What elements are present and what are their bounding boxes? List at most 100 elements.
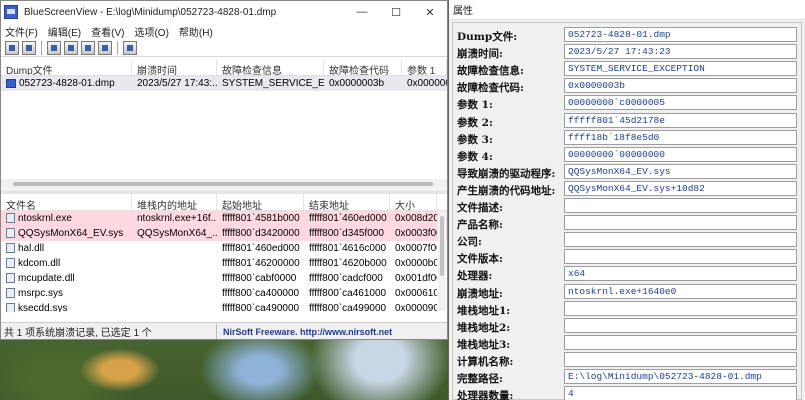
- property-value-field[interactable]: QQSysMonX64_EV.sys+10d82: [564, 180, 797, 196]
- vertical-scrollbar[interactable]: [438, 211, 446, 311]
- properties-title[interactable]: 属性: [449, 0, 805, 20]
- property-row: 处理器数量: 4: [449, 386, 805, 400]
- property-label: 参数 1:: [457, 99, 493, 112]
- crash-list: Dump文件 崩溃时间 故障检查信息 故障检查代码 参数 1 052723-48…: [1, 59, 447, 187]
- cell-to-address: fffff800`ca499000: [309, 303, 387, 312]
- table-row[interactable]: msrpc.sys fffff800`ca400000 fffff800`ca461…: [1, 286, 447, 301]
- cell-filename: kdcom.dll: [1, 256, 132, 271]
- status-summary: 共 1 项系统崩溃记录, 已选定 1 个: [1, 324, 217, 339]
- file-icon: [6, 273, 15, 283]
- property-row: 参数 3: ffff18b`18f8e5d0: [449, 129, 805, 146]
- property-label: 产品名称:: [457, 219, 503, 232]
- file-icon: [6, 228, 15, 238]
- property-row: 文件版本:: [449, 249, 805, 265]
- menu-help[interactable]: 帮助(H): [179, 24, 213, 39]
- property-label: 崩溃地址:: [457, 287, 503, 300]
- property-value-field[interactable]: E:\log\Minidump\052723-4828-01.dmp: [564, 369, 797, 384]
- maximize-button[interactable]: ☐: [379, 1, 413, 23]
- nirsoft-link[interactable]: NirSoft Freeware. http://www.nirsoft.net: [217, 327, 392, 337]
- scrollbar-thumb[interactable]: [13, 182, 433, 186]
- property-value-field[interactable]: 00000000`c0000005: [564, 95, 797, 111]
- table-row[interactable]: hal.dll fffff801`460ed000 fffff801`4616c00…: [1, 241, 447, 256]
- table-row[interactable]: kdcom.dll fffff801`46200000 fffff801`4620b…: [1, 256, 447, 271]
- cell-from-address: fffff801`4581b000: [222, 213, 300, 224]
- property-row: 崩溃时间: 2023/5/27 17:43:23: [449, 44, 805, 60]
- property-value-field[interactable]: 2023/5/27 17:43:23: [564, 44, 797, 60]
- driver-list-header: 文件名 堆栈内的地址 起始地址 结束地址 大小: [1, 194, 447, 211]
- property-value-field[interactable]: 00000000`00000000: [564, 146, 797, 162]
- table-row[interactable]: ntoskrnl.exe ntoskrnl.exe+16f... fffff801`…: [1, 211, 447, 226]
- html-report-icon[interactable]: [47, 40, 61, 55]
- property-value-field[interactable]: [564, 334, 797, 350]
- property-value-field[interactable]: [564, 198, 797, 213]
- column-header-to-address[interactable]: 结束地址: [304, 194, 390, 210]
- column-header-param1[interactable]: 参数 1: [402, 59, 447, 75]
- column-header-filename[interactable]: 文件名: [1, 194, 132, 210]
- cell-address-in-stack: [132, 256, 217, 271]
- menu-view[interactable]: 查看(V): [91, 24, 124, 39]
- cell-text: QQSysMonX64_EV.sys: [18, 228, 124, 239]
- property-value-field[interactable]: [564, 215, 797, 231]
- property-value-field[interactable]: [564, 232, 797, 248]
- cell-to-address: fffff801`460ed000: [309, 213, 387, 224]
- refresh-icon[interactable]: [98, 40, 112, 55]
- cell-address-in-stack: [132, 241, 217, 256]
- title-bar[interactable]: BlueScreenView - E:\log\Minidump\052723-…: [1, 1, 447, 23]
- property-label: 堆栈地址2:: [457, 321, 511, 334]
- property-label: 计算机名称:: [457, 355, 514, 368]
- column-header-from-address[interactable]: 起始地址: [217, 194, 304, 210]
- property-value-field[interactable]: 0x0000003b: [564, 78, 797, 94]
- open-icon[interactable]: [5, 40, 19, 55]
- cell-filename: ksecdd.sys: [1, 301, 132, 312]
- property-value-field[interactable]: ffff18b`18f8e5d0: [564, 129, 797, 145]
- property-label: 崩溃时间:: [457, 48, 503, 61]
- menu-edit[interactable]: 编辑(E): [48, 24, 81, 39]
- property-value-field[interactable]: x64: [564, 266, 797, 282]
- property-row: 崩溃地址: ntoskrnl.exe+1640e0: [449, 283, 805, 300]
- property-value-field[interactable]: [564, 351, 797, 367]
- property-value-field[interactable]: 052723-4828-01.dmp: [564, 27, 797, 42]
- cell-to-address: fffff800`ca461000: [309, 288, 387, 299]
- table-row[interactable]: 052723-4828-01.dmp 2023/5/27 17:43:... S…: [1, 76, 447, 91]
- cell-filename: ntoskrnl.exe: [1, 211, 132, 226]
- cell-from-address: fffff800`ca400000: [222, 288, 300, 299]
- property-value-field[interactable]: QQSysMonX64_EV.sys: [564, 163, 797, 179]
- minimize-button[interactable]: —: [345, 1, 379, 23]
- column-header-crash-time[interactable]: 崩溃时间: [132, 59, 217, 75]
- table-row[interactable]: QQSysMonX64_EV.sys QQSysMonX64_... fffff80…: [1, 226, 447, 241]
- property-value-field[interactable]: 4: [564, 386, 797, 400]
- save-icon[interactable]: [22, 40, 36, 55]
- property-label: 堆栈地址3:: [457, 338, 511, 351]
- cell-to-address: fffff800`d345f000: [309, 228, 384, 239]
- column-header-bugcheck-string[interactable]: 故障检查信息: [217, 59, 324, 75]
- property-value-field[interactable]: ntoskrnl.exe+1640e0: [564, 283, 797, 299]
- cell-text: ntoskrnl.exe: [18, 213, 72, 224]
- table-row[interactable]: mcupdate.dll fffff800`cabf0000 fffff800`ca…: [1, 271, 447, 286]
- cell-to-address: fffff801`4620b000: [309, 258, 387, 269]
- column-header-dump-file[interactable]: Dump文件: [1, 59, 132, 75]
- property-value-field[interactable]: SYSTEM_SERVICE_EXCEPTION: [564, 61, 797, 77]
- property-label: 公司:: [457, 236, 482, 249]
- property-label: 故障检查信息:: [457, 65, 524, 78]
- table-row[interactable]: ksecdd.sys fffff800`ca490000 fffff800`ca49…: [1, 301, 447, 312]
- menu-file[interactable]: 文件(F): [5, 24, 38, 39]
- scrollbar-thumb[interactable]: [440, 216, 444, 276]
- horizontal-scrollbar[interactable]: [1, 179, 447, 189]
- property-value-field[interactable]: [564, 300, 797, 316]
- cell-from-address: fffff801`460ed000: [222, 243, 300, 254]
- column-header-address-in-stack[interactable]: 堆栈内的地址: [132, 194, 217, 210]
- copy-icon[interactable]: [64, 40, 78, 55]
- app-icon: [4, 5, 18, 19]
- property-label: 产生崩溃的代码地址:: [457, 184, 556, 197]
- properties-icon[interactable]: [81, 40, 95, 55]
- close-button[interactable]: ✕: [413, 1, 447, 23]
- column-header-size[interactable]: 大小: [390, 194, 437, 210]
- property-value-field[interactable]: fffff801`45d2178e: [564, 112, 797, 128]
- cell-text: kdcom.dll: [18, 258, 61, 269]
- about-icon[interactable]: [123, 40, 137, 55]
- property-value-field[interactable]: [564, 249, 797, 265]
- file-icon: [6, 213, 15, 223]
- menu-options[interactable]: 选项(O): [134, 24, 168, 39]
- property-value-field[interactable]: [564, 317, 797, 333]
- column-header-bugcheck-code[interactable]: 故障检查代码: [324, 59, 402, 75]
